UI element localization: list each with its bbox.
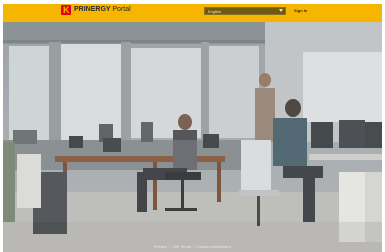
portal-page: K PRINERGY Portal English Sign In Privac… xyxy=(0,0,385,252)
footer-link-site-terms[interactable]: Site Terms xyxy=(172,244,191,249)
brand-title[interactable]: PRINERGY Portal xyxy=(74,5,131,15)
footer-link-privacy[interactable]: Privacy xyxy=(154,244,167,249)
kodak-logo-icon[interactable]: K xyxy=(61,5,71,15)
chevron-down-icon xyxy=(279,9,283,12)
brand-bold: PRINERGY xyxy=(74,6,111,13)
brand-light: Portal xyxy=(112,6,131,13)
language-select[interactable]: English xyxy=(204,7,286,15)
footer-links: Privacy | Site Terms | Contact Information xyxy=(154,244,231,249)
sign-in-link[interactable]: Sign In xyxy=(294,7,307,15)
logo-letter: K xyxy=(63,5,70,15)
office-photo xyxy=(3,22,382,252)
hero-photo xyxy=(3,22,382,252)
header-strip xyxy=(3,4,382,22)
footer-link-contact[interactable]: Contact Information xyxy=(196,244,231,249)
language-value: English xyxy=(208,9,222,14)
